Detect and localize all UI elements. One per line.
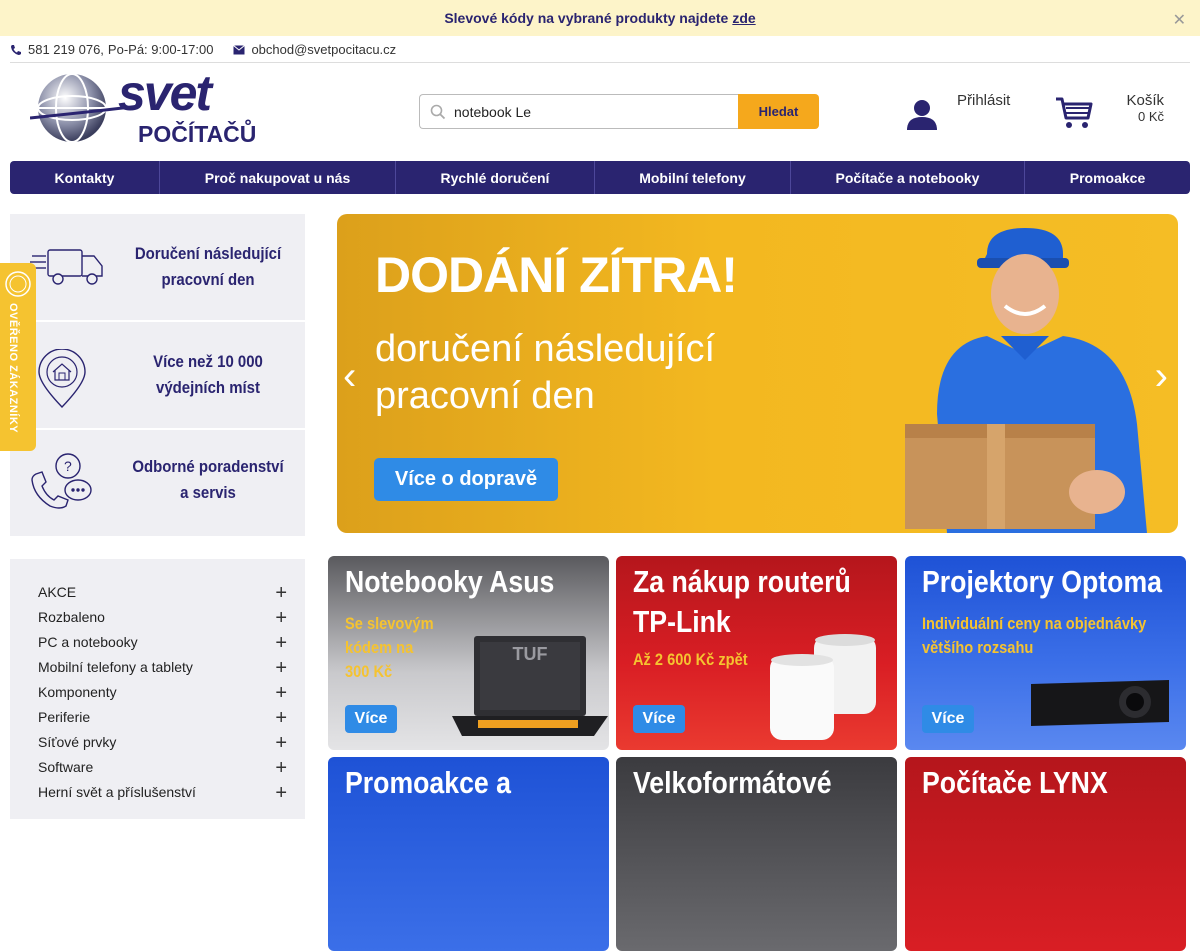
support-phone-icon: ? [31, 453, 92, 509]
email-contact[interactable]: obchod@svetpocitacu.cz [233, 42, 396, 57]
login-label: Přihlásit [957, 92, 1011, 109]
category-item[interactable]: Software + [10, 754, 305, 779]
benefit-support[interactable]: ? Odborné poradenství a servis [10, 430, 305, 536]
benefit-support-line1: Odborné poradenství [132, 457, 284, 476]
promo-tile-optoma[interactable]: Projektory Optoma Individuální ceny na o… [905, 556, 1186, 750]
search-icon [430, 104, 446, 119]
promo-tile-promoakce[interactable]: Promoakce a [328, 757, 609, 951]
tile-more-button[interactable]: Více [633, 705, 685, 733]
nav-item-proc-nakupovat[interactable]: Proč nakupovat u nás [160, 161, 396, 194]
category-item[interactable]: AKCE + [10, 579, 305, 604]
tile-title: Promoakce a [345, 765, 511, 800]
category-item[interactable]: Síťové prvky + [10, 729, 305, 754]
tile-title: Počítače LYNX [922, 765, 1108, 800]
benefits-panel: Doručení následující pracovní den Více ne… [10, 214, 305, 536]
cart-price: 0 Kč [1137, 109, 1164, 124]
search-button[interactable]: Hledat [738, 94, 819, 129]
cart-label: Košík [1126, 92, 1164, 109]
tile-more-button[interactable]: Více [345, 705, 397, 733]
expand-icon[interactable]: + [275, 683, 287, 703]
expand-icon[interactable]: + [275, 633, 287, 653]
expand-icon[interactable]: + [275, 783, 287, 803]
category-menu: AKCE + Rozbaleno + PC a notebooky + Mobilní… [10, 559, 305, 819]
cart-link[interactable]: Košík 0 Kč [1055, 92, 1170, 132]
tile-title: Projektory Optoma [922, 564, 1162, 599]
category-item[interactable]: Mobilní telefony a tablety + [10, 654, 305, 679]
logo-text-pocitacu: POČÍTAČŮ [138, 121, 257, 147]
benefit-pickup-points[interactable]: Více než 10 000 výdejních míst [10, 322, 305, 428]
promo-tile-velkoformatove[interactable]: Velkoformátové [616, 757, 897, 951]
router-image [770, 634, 876, 740]
user-icon [907, 100, 937, 130]
expand-icon[interactable]: + [275, 708, 287, 728]
expand-icon[interactable]: + [275, 658, 287, 678]
carousel-next-button[interactable]: › [1155, 354, 1168, 399]
email-address: obchod@svetpocitacu.cz [251, 42, 397, 57]
verified-badge-text: OVĚŘENO ZÁKAZNÍKY [7, 303, 19, 434]
tile-title: Za nákup routerů [633, 564, 851, 599]
svg-text:TUF: TUF [513, 644, 548, 664]
nav-item-kontakty[interactable]: Kontakty [10, 161, 160, 194]
nav-item-pocitace-notebooky[interactable]: Počítače a notebooky [791, 161, 1025, 194]
location-house-icon [38, 349, 86, 409]
promo-tile-tplink[interactable]: Za nákup routerů TP-Link Až 2 600 Kč zpět… [616, 556, 897, 750]
expand-icon[interactable]: + [275, 733, 287, 753]
promo-tile-lynx[interactable]: Počítače LYNX [905, 757, 1186, 951]
tile-more-button[interactable]: Více [922, 705, 974, 733]
category-item[interactable]: PC a notebooky + [10, 629, 305, 654]
promo-tile-asus[interactable]: Notebooky Asus Se slevovým kódem na 300 Kč… [328, 556, 609, 750]
hero-line1: doručení následující [375, 328, 716, 370]
phone-contact[interactable]: 581 219 076, Po-Pá: 9:00-17:00 [10, 42, 213, 57]
benefit-pickup-line1: Více než 10 000 [153, 352, 263, 371]
phone-number: 581 219 076 [28, 42, 101, 57]
close-icon[interactable]: ✕ [1173, 10, 1186, 30]
benefit-delivery-line1: Doručení následující [134, 244, 282, 263]
projector-image [1031, 680, 1169, 726]
category-item[interactable]: Rozbaleno + [10, 604, 305, 629]
tile-title: Velkoformátové [633, 765, 832, 800]
contact-bar: 581 219 076, Po-Pá: 9:00-17:00 obchod@sv… [10, 37, 1190, 63]
search-value: notebook Le [454, 103, 532, 120]
hero-line2: pracovní den [375, 375, 595, 417]
category-item[interactable]: Periferie + [10, 704, 305, 729]
benefit-support-line2: a servis [180, 483, 236, 502]
benefit-pickup-line2: výdejních míst [156, 378, 260, 397]
expand-icon[interactable]: + [275, 758, 287, 778]
svg-text:?: ? [64, 458, 72, 474]
nav-item-mobilni-telefony[interactable]: Mobilní telefony [595, 161, 791, 194]
cart-icon [1056, 97, 1093, 128]
hero-cta-button[interactable]: Více o dopravě [374, 458, 558, 501]
notice-link[interactable]: zde [732, 10, 755, 26]
verified-customers-badge[interactable]: OVĚŘENO ZÁKAZNÍKY [0, 263, 36, 451]
expand-icon[interactable]: + [275, 608, 287, 628]
logo-text-svet: svet [118, 65, 212, 121]
opening-hours: Po-Pá: 9:00-17:00 [107, 42, 214, 57]
verified-seal-icon [5, 271, 31, 297]
hero-title: DODÁNÍ ZÍTRA! [375, 247, 738, 303]
search-bar: notebook Le Hledat [419, 94, 819, 129]
login-link[interactable]: Přihlásit [906, 92, 1016, 132]
benefit-delivery[interactable]: Doručení následující pracovní den [10, 214, 305, 320]
laptop-image: TUF [452, 636, 608, 736]
nav-item-rychle-doruceni[interactable]: Rychlé doručení [396, 161, 595, 194]
expand-icon[interactable]: + [275, 583, 287, 603]
search-input[interactable]: notebook Le [419, 94, 738, 129]
site-logo[interactable]: svet POČÍTAČŮ [29, 65, 260, 152]
truck-icon [30, 249, 103, 285]
promo-notice-bar: Slevové kódy na vybrané produkty najdete… [0, 0, 1200, 36]
category-item[interactable]: Herní svět a příslušenství + [10, 779, 305, 804]
hero-banner[interactable]: DODÁNÍ ZÍTRA! doručení následující pracov… [337, 214, 1178, 533]
envelope-icon [233, 44, 246, 54]
tile-title: Notebooky Asus [345, 564, 555, 599]
benefit-delivery-line2: pracovní den [161, 270, 255, 289]
carousel-prev-button[interactable]: ‹ [343, 354, 356, 399]
main-navigation: Kontakty Proč nakupovat u nás Rychlé dor… [10, 161, 1190, 194]
phone-icon [11, 44, 21, 55]
category-item[interactable]: Komponenty + [10, 679, 305, 704]
delivery-man-illustration [905, 228, 1147, 533]
notice-text: Slevové kódy na vybrané produkty najdete [444, 10, 729, 26]
nav-item-promoakce[interactable]: Promoakce [1025, 161, 1190, 194]
